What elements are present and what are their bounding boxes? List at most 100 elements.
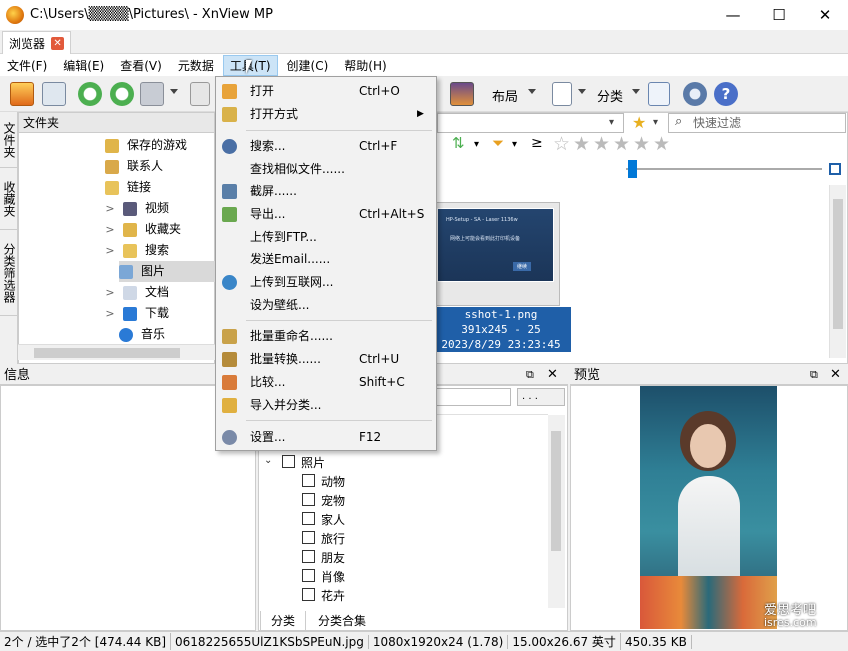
preview-image[interactable] (640, 386, 777, 629)
browser-vscrollbar[interactable] (829, 185, 846, 358)
menu-item-import-categorize[interactable]: 导入并分类... (216, 394, 436, 416)
rotate-right-icon[interactable] (110, 82, 134, 106)
layout-label[interactable]: 布局 (492, 86, 518, 105)
fullscreen-icon[interactable] (42, 82, 66, 106)
menu-item-export[interactable]: 导出... Ctrl+Alt+S (216, 203, 436, 225)
maximize-button[interactable]: ☐ (756, 0, 802, 30)
minimize-button[interactable]: — (710, 0, 756, 30)
close-pane-icon[interactable]: ✕ (830, 367, 841, 382)
scrollbar-thumb[interactable] (833, 199, 843, 329)
chevron-right-icon[interactable]: > (105, 198, 115, 219)
chevron-right-icon[interactable]: > (105, 219, 115, 240)
tree-item-pictures[interactable]: 图片 (119, 261, 215, 282)
category-vscrollbar[interactable] (548, 415, 565, 608)
folder-tree-icon[interactable] (648, 82, 670, 106)
slideshow-icon[interactable] (450, 82, 474, 106)
close-pane-icon[interactable]: ✕ (547, 367, 558, 382)
category-checkbox[interactable] (302, 474, 315, 487)
float-pane-icon[interactable]: ⧉ (526, 368, 534, 382)
rating-star-icon[interactable]: ★ (573, 134, 590, 154)
category-checkbox[interactable] (302, 550, 315, 563)
close-window-button[interactable]: ✕ (802, 0, 848, 30)
menu-create[interactable]: 创建(C) (280, 55, 336, 76)
side-tab-folders[interactable]: 文件夹 (0, 112, 18, 168)
category-checkbox[interactable] (302, 512, 315, 525)
chevron-down-icon[interactable]: ⌄ (264, 455, 272, 466)
settings-gear-icon[interactable] (683, 82, 707, 106)
side-tab-category-filter[interactable]: 分类筛选器 (0, 230, 18, 316)
menu-item-batch-rename[interactable]: 批量重命名...... (216, 325, 436, 347)
rating-star-icon[interactable]: ★ (613, 134, 630, 154)
chevron-right-icon[interactable]: > (105, 240, 115, 261)
chevron-right-icon[interactable]: > (105, 282, 115, 303)
thumbnail-image[interactable]: HP-Setup - SA - Laser 1136w 网络上可能会看到此打印机… (437, 208, 554, 282)
tab-categories[interactable]: 分类 (260, 611, 307, 631)
rating-star-icon[interactable]: ☆ (553, 134, 570, 154)
menu-view[interactable]: 查看(V) (113, 55, 169, 76)
scrollbar-thumb[interactable] (34, 348, 180, 358)
rating-operator[interactable]: ≥ (531, 135, 543, 151)
sort-dropdown-icon[interactable]: ▾ (474, 139, 479, 150)
rating-star-icon[interactable]: ★ (653, 134, 670, 154)
quick-filter-input[interactable]: 快速过滤 (668, 113, 846, 133)
favorite-star-icon[interactable]: ★ (632, 113, 646, 132)
menu-item-search[interactable]: 搜索... Ctrl+F (216, 135, 436, 157)
category-options-dropdown[interactable]: . . . (517, 388, 565, 406)
folder-hscrollbar[interactable] (18, 344, 215, 360)
chevron-right-icon[interactable]: > (105, 303, 115, 324)
transform-icon[interactable] (140, 82, 164, 106)
menu-item-screenshot[interactable]: 截屏...... (216, 180, 436, 202)
tree-item-search[interactable]: > 搜索 (105, 240, 169, 261)
menu-item-upload-web[interactable]: 上传到互联网... (216, 271, 436, 293)
view-mode-dropdown-icon[interactable] (578, 89, 586, 94)
tab-category-sets[interactable]: 分类合集 (308, 611, 376, 631)
category-dropdown-icon[interactable] (632, 89, 640, 94)
category-checkbox[interactable] (302, 531, 315, 544)
rotate-left-icon[interactable] (78, 82, 102, 106)
filter-funnel-icon[interactable]: ⏷ (492, 134, 504, 152)
transform-dropdown-icon[interactable] (170, 89, 178, 94)
category-label[interactable]: 分类 (597, 86, 623, 105)
menu-item-set-wallpaper[interactable]: 设为壁纸... (216, 294, 436, 316)
rating-star-icon[interactable]: ★ (633, 134, 650, 154)
tree-item-videos[interactable]: > 视频 (105, 198, 169, 219)
tree-item-saved-games[interactable]: 保存的游戏 (105, 135, 187, 156)
open-image-icon[interactable] (10, 82, 34, 106)
float-pane-icon[interactable]: ⧉ (810, 368, 818, 382)
menu-item-settings[interactable]: 设置... F12 (216, 426, 436, 448)
menu-item-batch-convert[interactable]: 批量转换...... Ctrl+U (216, 348, 436, 370)
help-icon[interactable]: ? (714, 82, 738, 106)
favorite-dropdown-icon[interactable]: ▾ (653, 117, 658, 128)
menu-item-open[interactable]: 打开 Ctrl+O (216, 80, 436, 102)
thumbnail-size-slider[interactable] (626, 168, 822, 170)
sort-icon[interactable]: ⇅ (452, 134, 465, 152)
thumbnail-size-icon[interactable] (829, 163, 841, 175)
tree-item-contacts[interactable]: 联系人 (105, 156, 163, 177)
tree-item-favorites[interactable]: > 收藏夹 (105, 219, 181, 240)
menu-file[interactable]: 文件(F) (0, 55, 54, 76)
tree-item-music[interactable]: 音乐 (119, 324, 165, 345)
path-combobox[interactable] (437, 113, 624, 133)
menu-metadata[interactable]: 元数据 (171, 55, 221, 76)
menu-item-compare[interactable]: 比较... Shift+C (216, 371, 436, 393)
tree-item-downloads[interactable]: > 下载 (105, 303, 169, 324)
category-checkbox[interactable] (302, 493, 315, 506)
tree-item-links[interactable]: 链接 (105, 177, 151, 198)
tab-close-icon[interactable]: ✕ (51, 36, 65, 50)
scrollbar-thumb[interactable] (551, 431, 561, 551)
path-dropdown-icon[interactable]: ▾ (609, 117, 614, 128)
rating-star-icon[interactable]: ★ (593, 134, 610, 154)
menu-item-open-with[interactable]: 打开方式 ▶ (216, 103, 436, 125)
category-checkbox[interactable] (302, 588, 315, 601)
filter-dropdown-icon[interactable]: ▾ (512, 139, 517, 150)
menu-item-upload-ftp[interactable]: 上传到FTP... (216, 226, 436, 248)
tab-browser[interactable]: 浏览器 ✕ (2, 31, 72, 54)
menu-edit[interactable]: 编辑(E) (56, 55, 111, 76)
menu-help[interactable]: 帮助(H) (337, 55, 393, 76)
category-checkbox[interactable] (302, 569, 315, 582)
info-icon[interactable] (190, 82, 210, 106)
menu-item-find-similar[interactable]: 查找相似文件...... (216, 158, 436, 180)
view-mode-icon[interactable] (552, 82, 572, 106)
tree-item-documents[interactable]: > 文档 (105, 282, 169, 303)
side-tab-favorites[interactable]: 收藏夹 (0, 168, 18, 230)
